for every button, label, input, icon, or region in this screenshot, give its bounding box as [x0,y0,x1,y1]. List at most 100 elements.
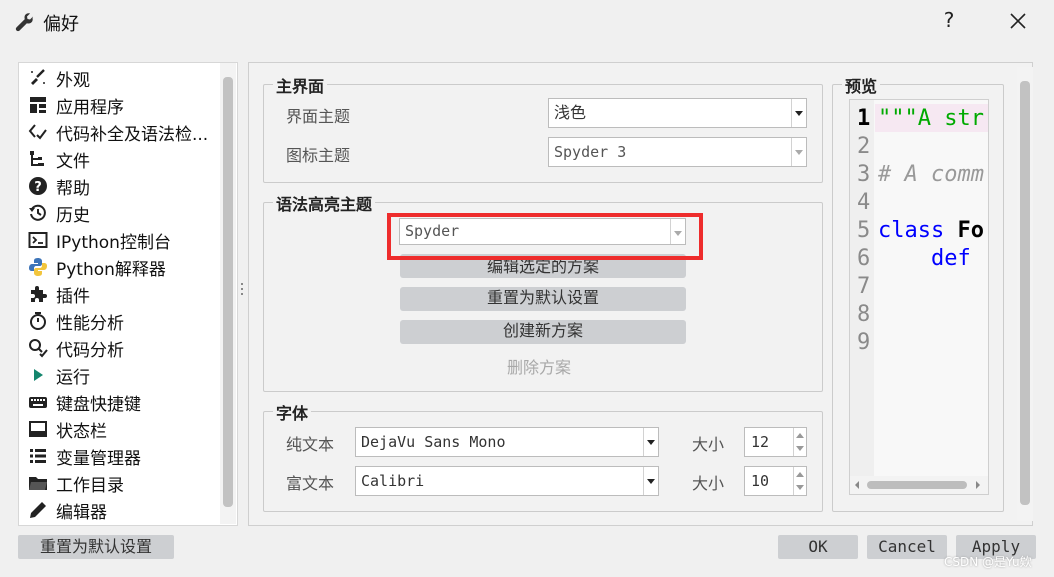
preview-horizontal-scrollbar[interactable] [850,476,988,494]
window-title: 偏好 [43,14,79,35]
syntax-scheme-select[interactable]: Spyder [399,218,686,245]
ok-button[interactable]: OK [778,535,858,559]
sidebar-item-history[interactable]: 历史 [26,200,218,226]
group-title: 语法高亮主题 [273,191,376,215]
reset-scheme-button[interactable]: 重置为默认设置 [400,287,686,311]
sidebar-item-working-directory[interactable]: 工作目录 [26,470,218,496]
sidebar-item-statusbar[interactable]: 状态栏 [26,416,218,442]
line-number: 9 [857,330,871,355]
sidebar-item-editor[interactable]: 编辑器 [26,497,218,523]
sidebar-item-help[interactable]: ? 帮助 [26,173,218,199]
puzzle-icon [31,286,47,302]
chevron-down-icon [670,219,685,244]
close-icon[interactable] [1003,6,1033,36]
icon-theme-label: 图标主题 [286,146,351,165]
rich-text-label: 富文本 [286,474,335,493]
chevron-up-icon [796,472,804,477]
interface-theme-value: 浅色 [554,103,587,122]
paint-brush-icon [31,69,45,85]
sidebar-item-shortcuts[interactable]: 键盘快捷键 [26,389,218,415]
cancel-button[interactable]: Cancel [867,535,947,559]
syntax-scheme-value: Spyder [405,222,460,240]
settings-scrollbar[interactable] [1017,67,1033,521]
terminal-icon [28,232,48,248]
statusbar-icon [29,421,47,437]
grid-icon [30,97,46,113]
group-title: 主界面 [273,73,328,97]
line-number: 7 [857,274,871,299]
plain-font-value: DejaVu Sans Mono [361,433,506,451]
sidebar-item-label: 历史 [56,206,90,226]
help-button[interactable]: ? [938,8,960,32]
sidebar-item-ipython[interactable]: IPython控制台 [26,227,218,253]
sidebar-item-label: 性能分析 [56,314,124,334]
wrench-icon [15,13,33,32]
sidebar-item-python-interpreter[interactable]: Python解释器 [26,254,218,280]
line-number: 6 [857,246,871,271]
folder-icon [29,477,47,490]
stopwatch-icon [30,312,46,330]
line-number: 2 [857,134,871,159]
keyboard-icon [29,397,47,408]
sidebar-item-label: 键盘快捷键 [56,395,141,415]
sidebar-item-completion[interactable]: 代码补全及语法检... [26,119,218,145]
line-number: 1 [857,106,871,131]
rich-size-value: 10 [751,472,770,490]
edit-scheme-button[interactable]: 编辑选定的方案 [400,254,686,278]
scrollbar-thumb[interactable] [1020,81,1030,505]
keyword-def: def [930,246,971,271]
arrow-right-icon[interactable] [974,480,982,490]
sidebar-item-label: 工作目录 [56,476,124,496]
plain-text-label: 纯文本 [286,435,335,454]
chevron-down-icon [796,485,804,490]
sidebar-item-label: 编辑器 [56,503,107,523]
preferences-sidebar: 外观 应用程序 代码补全及语法检... 文件 ? 帮助 历史 IPython控制… [18,62,238,526]
sidebar-item-profiler[interactable]: 性能分析 [26,308,218,334]
splitter-handle[interactable] [239,280,245,304]
rich-font-select[interactable]: Calibri [355,466,659,496]
sidebar-item-label: 外观 [56,71,90,91]
scrollbar-thumb[interactable] [223,77,233,507]
rich-size-spinbox[interactable]: 10 [744,466,807,496]
line-number-gutter: 1 2 3 4 5 6 7 8 9 [850,100,874,476]
watermark-text: CSDN @是Yu欸 [944,555,1032,569]
help-icon: ? [29,177,47,195]
sidebar-item-code-analysis[interactable]: 代码分析 [26,335,218,361]
spin-arrows[interactable] [793,467,806,495]
interface-theme-select[interactable]: 浅色 [548,98,807,128]
sidebar-item-files[interactable]: 文件 [26,146,218,172]
arrow-left-icon[interactable] [853,480,861,490]
sidebar-item-plugins[interactable]: 插件 [26,281,218,307]
sidebar-item-appearance[interactable]: 外观 [26,65,218,91]
plain-size-value: 12 [751,433,770,451]
interface-theme-label: 界面主题 [286,107,351,126]
edit-scheme-label: 编辑选定的方案 [486,257,599,276]
scrollbar-thumb[interactable] [867,481,967,489]
sidebar-item-label: 应用程序 [56,98,124,118]
code-preview: 1 2 3 4 5 6 7 8 9 """A str # A comm clas… [849,99,989,495]
sidebar-item-label: 帮助 [56,179,90,199]
list-icon [30,449,46,463]
history-icon [29,204,46,221]
line-number: 8 [857,302,871,327]
icon-theme-select[interactable]: Spyder 3 [548,137,807,167]
sidebar-item-label: 运行 [56,368,90,388]
sidebar-item-run[interactable]: 运行 [26,362,218,388]
chevron-up-icon [796,433,804,438]
keyword-class: class [878,218,945,243]
sidebar-item-application[interactable]: 应用程序 [26,92,218,118]
code-analysis-icon [29,339,48,358]
code-line-comment: # A comm [878,162,984,187]
plain-font-select[interactable]: DejaVu Sans Mono [355,427,659,457]
sidebar-item-variable-explorer[interactable]: 变量管理器 [26,443,218,469]
plain-size-spinbox[interactable]: 12 [744,427,807,457]
group-title: 字体 [273,400,312,424]
code-check-icon [28,124,47,140]
create-scheme-button[interactable]: 创建新方案 [400,320,686,344]
spin-arrows[interactable] [793,428,806,456]
reset-defaults-button[interactable]: 重置为默认设置 [18,535,174,559]
sidebar-scrollbar[interactable] [220,63,236,524]
python-icon [29,258,47,276]
code-line-string: """A str [878,106,984,131]
sidebar-item-label: Python解释器 [56,260,166,280]
